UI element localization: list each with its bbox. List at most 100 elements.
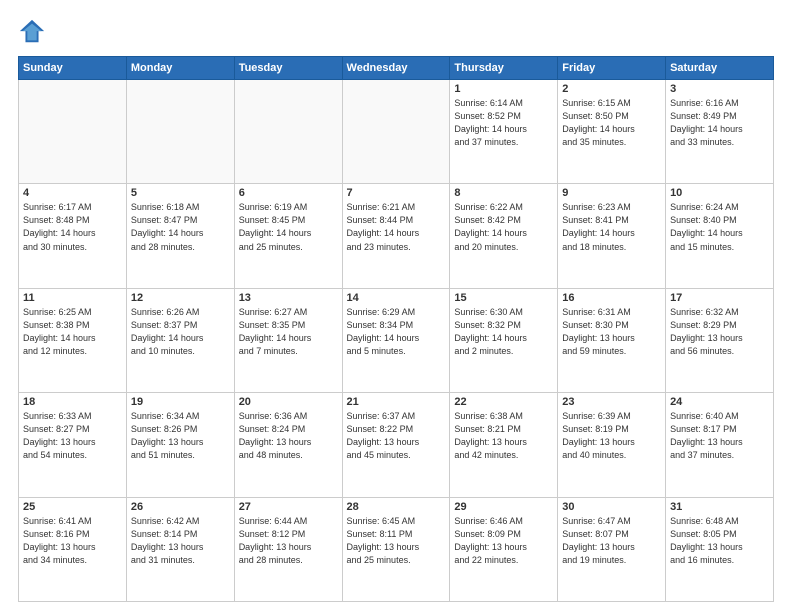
- daylight-info: Sunrise: 6:37 AM Sunset: 8:22 PM Dayligh…: [347, 410, 446, 462]
- weekday-header-thursday: Thursday: [450, 57, 558, 80]
- day-number: 30: [562, 501, 661, 513]
- day-number: 20: [239, 396, 338, 408]
- daylight-info: Sunrise: 6:25 AM Sunset: 8:38 PM Dayligh…: [23, 306, 122, 358]
- day-number: 2: [562, 83, 661, 95]
- calendar-cell: 30Sunrise: 6:47 AM Sunset: 8:07 PM Dayli…: [558, 497, 666, 601]
- day-number: 23: [562, 396, 661, 408]
- calendar-cell: 11Sunrise: 6:25 AM Sunset: 8:38 PM Dayli…: [19, 288, 127, 392]
- calendar-cell: 19 Sunrise: 6:34 AM Sunset: 8:26 PM Dayli…: [126, 393, 234, 497]
- weekday-header-tuesday: Tuesday: [234, 57, 342, 80]
- daylight-info: Sunrise: 6:41 AM Sunset: 8:16 PM Dayligh…: [23, 515, 122, 567]
- day-number: 21: [347, 396, 446, 408]
- daylight-info: Sunrise: 6:23 AM Sunset: 8:41 PM Dayligh…: [562, 201, 661, 253]
- calendar-cell: 18 Sunrise: 6:33 AM Sunset: 8:27 PM Dayli…: [19, 393, 127, 497]
- calendar-cell: 12Sunrise: 6:26 AM Sunset: 8:37 PM Dayli…: [126, 288, 234, 392]
- daylight-info: Sunrise: 6:15 AM Sunset: 8:50 PM Dayligh…: [562, 97, 661, 149]
- daylight-info: Sunrise: 6:32 AM Sunset: 8:29 PM Dayligh…: [670, 306, 769, 358]
- daylight-info: Sunrise: 6:31 AM Sunset: 8:30 PM Dayligh…: [562, 306, 661, 358]
- daylight-info: Sunrise: 6:19 AM Sunset: 8:45 PM Dayligh…: [239, 201, 338, 253]
- logo-icon: [18, 18, 46, 46]
- calendar-cell: 2 Sunrise: 6:15 AM Sunset: 8:50 PM Daylig…: [558, 80, 666, 184]
- daylight-info: Sunrise: 6:29 AM Sunset: 8:34 PM Dayligh…: [347, 306, 446, 358]
- calendar-cell: [342, 80, 450, 184]
- calendar-header-row: SundayMondayTuesdayWednesdayThursdayFrid…: [19, 57, 774, 80]
- calendar-row-2: 11Sunrise: 6:25 AM Sunset: 8:38 PM Dayli…: [19, 288, 774, 392]
- daylight-info: Sunrise: 6:14 AM Sunset: 8:52 PM Dayligh…: [454, 97, 553, 149]
- weekday-header-wednesday: Wednesday: [342, 57, 450, 80]
- weekday-header-sunday: Sunday: [19, 57, 127, 80]
- calendar-cell: 8 Sunrise: 6:22 AM Sunset: 8:42 PM Daylig…: [450, 184, 558, 288]
- calendar-cell: 10 Sunrise: 6:24 AM Sunset: 8:40 PM Dayli…: [666, 184, 774, 288]
- calendar-cell: 9 Sunrise: 6:23 AM Sunset: 8:41 PM Daylig…: [558, 184, 666, 288]
- day-number: 24: [670, 396, 769, 408]
- day-number: 19: [131, 396, 230, 408]
- calendar-cell: 24 Sunrise: 6:40 AM Sunset: 8:17 PM Dayli…: [666, 393, 774, 497]
- daylight-info: Sunrise: 6:45 AM Sunset: 8:11 PM Dayligh…: [347, 515, 446, 567]
- daylight-info: Sunrise: 6:36 AM Sunset: 8:24 PM Dayligh…: [239, 410, 338, 462]
- day-number: 17: [670, 292, 769, 304]
- day-number: 9: [562, 187, 661, 199]
- daylight-info: Sunrise: 6:38 AM Sunset: 8:21 PM Dayligh…: [454, 410, 553, 462]
- day-number: 27: [239, 501, 338, 513]
- calendar-cell: 25 Sunrise: 6:41 AM Sunset: 8:16 PM Dayli…: [19, 497, 127, 601]
- calendar-row-0: 1 Sunrise: 6:14 AM Sunset: 8:52 PM Daylig…: [19, 80, 774, 184]
- daylight-info: Sunrise: 6:42 AM Sunset: 8:14 PM Dayligh…: [131, 515, 230, 567]
- day-number: 13: [239, 292, 338, 304]
- daylight-info: Sunrise: 6:34 AM Sunset: 8:26 PM Dayligh…: [131, 410, 230, 462]
- calendar-row-4: 25 Sunrise: 6:41 AM Sunset: 8:16 PM Dayli…: [19, 497, 774, 601]
- day-number: 18: [23, 396, 122, 408]
- day-number: 3: [670, 83, 769, 95]
- calendar-cell: 16 Sunrise: 6:31 AM Sunset: 8:30 PM Dayli…: [558, 288, 666, 392]
- day-number: 31: [670, 501, 769, 513]
- day-number: 7: [347, 187, 446, 199]
- weekday-header-friday: Friday: [558, 57, 666, 80]
- calendar-cell: 26 Sunrise: 6:42 AM Sunset: 8:14 PM Dayli…: [126, 497, 234, 601]
- calendar-cell: [234, 80, 342, 184]
- header: [18, 18, 774, 46]
- day-number: 22: [454, 396, 553, 408]
- daylight-info: Sunrise: 6:27 AM Sunset: 8:35 PM Dayligh…: [239, 306, 338, 358]
- calendar-cell: 3 Sunrise: 6:16 AM Sunset: 8:49 PM Daylig…: [666, 80, 774, 184]
- calendar-cell: 13 Sunrise: 6:27 AM Sunset: 8:35 PM Dayli…: [234, 288, 342, 392]
- calendar-cell: 1 Sunrise: 6:14 AM Sunset: 8:52 PM Daylig…: [450, 80, 558, 184]
- day-number: 1: [454, 83, 553, 95]
- day-number: 10: [670, 187, 769, 199]
- day-number: 6: [239, 187, 338, 199]
- daylight-info: Sunrise: 6:44 AM Sunset: 8:12 PM Dayligh…: [239, 515, 338, 567]
- daylight-info: Sunrise: 6:16 AM Sunset: 8:49 PM Dayligh…: [670, 97, 769, 149]
- daylight-info: Sunrise: 6:40 AM Sunset: 8:17 PM Dayligh…: [670, 410, 769, 462]
- calendar-cell: 15 Sunrise: 6:30 AM Sunset: 8:32 PM Dayli…: [450, 288, 558, 392]
- calendar-row-3: 18 Sunrise: 6:33 AM Sunset: 8:27 PM Dayli…: [19, 393, 774, 497]
- daylight-info: Sunrise: 6:33 AM Sunset: 8:27 PM Dayligh…: [23, 410, 122, 462]
- daylight-info: Sunrise: 6:24 AM Sunset: 8:40 PM Dayligh…: [670, 201, 769, 253]
- calendar-cell: [126, 80, 234, 184]
- day-number: 15: [454, 292, 553, 304]
- calendar-cell: 6 Sunrise: 6:19 AM Sunset: 8:45 PM Daylig…: [234, 184, 342, 288]
- calendar-cell: 7 Sunrise: 6:21 AM Sunset: 8:44 PM Daylig…: [342, 184, 450, 288]
- calendar-cell: 17 Sunrise: 6:32 AM Sunset: 8:29 PM Dayli…: [666, 288, 774, 392]
- calendar-cell: 21 Sunrise: 6:37 AM Sunset: 8:22 PM Dayli…: [342, 393, 450, 497]
- calendar-table: SundayMondayTuesdayWednesdayThursdayFrid…: [18, 56, 774, 602]
- day-number: 5: [131, 187, 230, 199]
- day-number: 8: [454, 187, 553, 199]
- day-number: 14: [347, 292, 446, 304]
- calendar-cell: 27 Sunrise: 6:44 AM Sunset: 8:12 PM Dayli…: [234, 497, 342, 601]
- day-number: 26: [131, 501, 230, 513]
- daylight-info: Sunrise: 6:21 AM Sunset: 8:44 PM Dayligh…: [347, 201, 446, 253]
- logo: [18, 18, 50, 46]
- daylight-info: Sunrise: 6:39 AM Sunset: 8:19 PM Dayligh…: [562, 410, 661, 462]
- daylight-info: Sunrise: 6:48 AM Sunset: 8:05 PM Dayligh…: [670, 515, 769, 567]
- daylight-info: Sunrise: 6:17 AM Sunset: 8:48 PM Dayligh…: [23, 201, 122, 253]
- calendar-cell: 31 Sunrise: 6:48 AM Sunset: 8:05 PM Dayli…: [666, 497, 774, 601]
- calendar-cell: 28Sunrise: 6:45 AM Sunset: 8:11 PM Dayli…: [342, 497, 450, 601]
- calendar-cell: 5Sunrise: 6:18 AM Sunset: 8:47 PM Daylig…: [126, 184, 234, 288]
- daylight-info: Sunrise: 6:46 AM Sunset: 8:09 PM Dayligh…: [454, 515, 553, 567]
- calendar-cell: 14 Sunrise: 6:29 AM Sunset: 8:34 PM Dayli…: [342, 288, 450, 392]
- day-number: 16: [562, 292, 661, 304]
- daylight-info: Sunrise: 6:22 AM Sunset: 8:42 PM Dayligh…: [454, 201, 553, 253]
- daylight-info: Sunrise: 6:30 AM Sunset: 8:32 PM Dayligh…: [454, 306, 553, 358]
- day-number: 25: [23, 501, 122, 513]
- weekday-header-monday: Monday: [126, 57, 234, 80]
- calendar-cell: 4Sunrise: 6:17 AM Sunset: 8:48 PM Daylig…: [19, 184, 127, 288]
- calendar-cell: [19, 80, 127, 184]
